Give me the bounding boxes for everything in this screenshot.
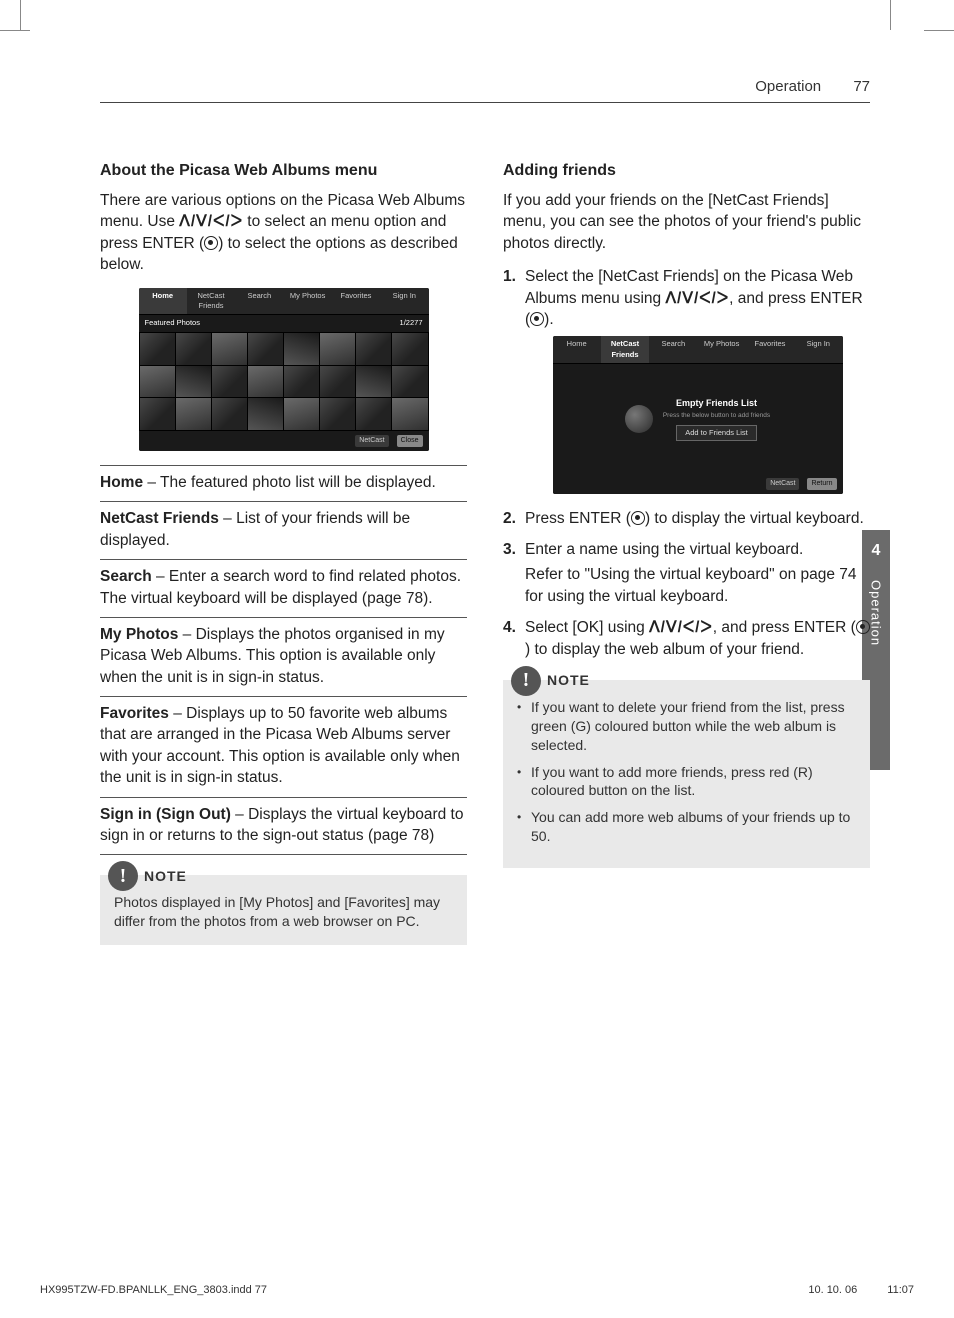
header-rule: [100, 102, 870, 103]
nav-arrows: ᐱ/ᐯ/ᐸ/ᐳ: [179, 213, 243, 230]
exclamation-icon: !: [511, 666, 541, 696]
running-head: Operation 77: [755, 78, 870, 95]
chapter-label: Operation: [869, 580, 884, 646]
def-sign-in: Sign in (Sign Out) – Displays the virtua…: [100, 797, 467, 856]
content-columns: About the Picasa Web Albums menu There a…: [100, 160, 870, 945]
step-1: Select the [NetCast Friends] on the Pica…: [503, 266, 870, 493]
manual-page: Operation 77 4 Operation About the Picas…: [0, 0, 954, 1318]
def-search: Search – Enter a search word to find rel…: [100, 559, 467, 617]
menu-definitions: Home – The featured photo list will be d…: [100, 465, 467, 855]
nav-arrows: ᐱ/ᐯ/ᐸ/ᐳ: [665, 290, 729, 307]
def-my-photos: My Photos – Displays the photos organise…: [100, 617, 467, 696]
heading-adding-friends: Adding friends: [503, 160, 870, 182]
nav-arrows: ᐱ/ᐯ/ᐸ/ᐳ: [649, 619, 713, 636]
enter-icon: [530, 312, 544, 326]
left-column: About the Picasa Web Albums menu There a…: [100, 160, 467, 945]
exclamation-icon: !: [108, 861, 138, 891]
note-box-right: ! NOTE If you want to delete your friend…: [503, 680, 870, 868]
def-favorites: Favorites – Displays up to 50 favorite w…: [100, 696, 467, 797]
enter-icon: [631, 511, 645, 525]
step-3: Enter a name using the virtual keyboard.…: [503, 539, 870, 607]
def-netcast-friends: NetCast Friends – List of your friends w…: [100, 501, 467, 559]
step-2: Press ENTER () to display the virtual ke…: [503, 508, 870, 529]
screenshot-empty-friends: Home NetCast Friends Search My Photos Fa…: [553, 336, 843, 493]
chapter-number: 4: [872, 542, 881, 560]
steps-list: Select the [NetCast Friends] on the Pica…: [503, 266, 870, 660]
right-column: Adding friends If you add your friends o…: [503, 160, 870, 945]
print-date: 10. 10. 06: [808, 1284, 857, 1296]
page-sheet: Operation 77 4 Operation About the Picas…: [20, 30, 930, 1288]
note-bullets: If you want to delete your friend from t…: [517, 698, 856, 846]
note-text: Photos displayed in [My Photos] and [Fav…: [114, 894, 440, 929]
note-box-left: ! NOTE Photos displayed in [My Photos] a…: [100, 875, 467, 945]
intro-paragraph: If you add your friends on the [NetCast …: [503, 190, 870, 254]
screenshot-tabs: Home NetCast Friends Search My Photos Fa…: [139, 288, 429, 316]
note-badge: ! NOTE: [108, 861, 187, 891]
cropmark: [20, 0, 21, 30]
screenshot-featured-photos: Home NetCast Friends Search My Photos Fa…: [139, 288, 429, 451]
step-4: Select [OK] using ᐱ/ᐯ/ᐸ/ᐳ, and press ENT…: [503, 617, 870, 660]
print-footer: HX995TZW-FD.BPANLLK_ENG_3803.indd 77 10.…: [40, 1284, 914, 1296]
print-time: 11:07: [887, 1284, 914, 1296]
intro-paragraph: There are various options on the Picasa …: [100, 190, 467, 276]
note-badge: ! NOTE: [511, 666, 590, 696]
page-number: 77: [853, 78, 870, 95]
enter-icon: [856, 620, 870, 634]
section-name: Operation: [755, 78, 821, 95]
cropmark: [890, 0, 891, 30]
def-home: Home – The featured photo list will be d…: [100, 465, 467, 501]
photo-grid: [139, 332, 429, 432]
source-file: HX995TZW-FD.BPANLLK_ENG_3803.indd 77: [40, 1284, 267, 1296]
avatar-icon: [625, 405, 653, 433]
add-to-friends-button: Add to Friends List: [676, 425, 757, 441]
heading-picasa-menu: About the Picasa Web Albums menu: [100, 160, 467, 182]
enter-icon: [204, 236, 218, 250]
